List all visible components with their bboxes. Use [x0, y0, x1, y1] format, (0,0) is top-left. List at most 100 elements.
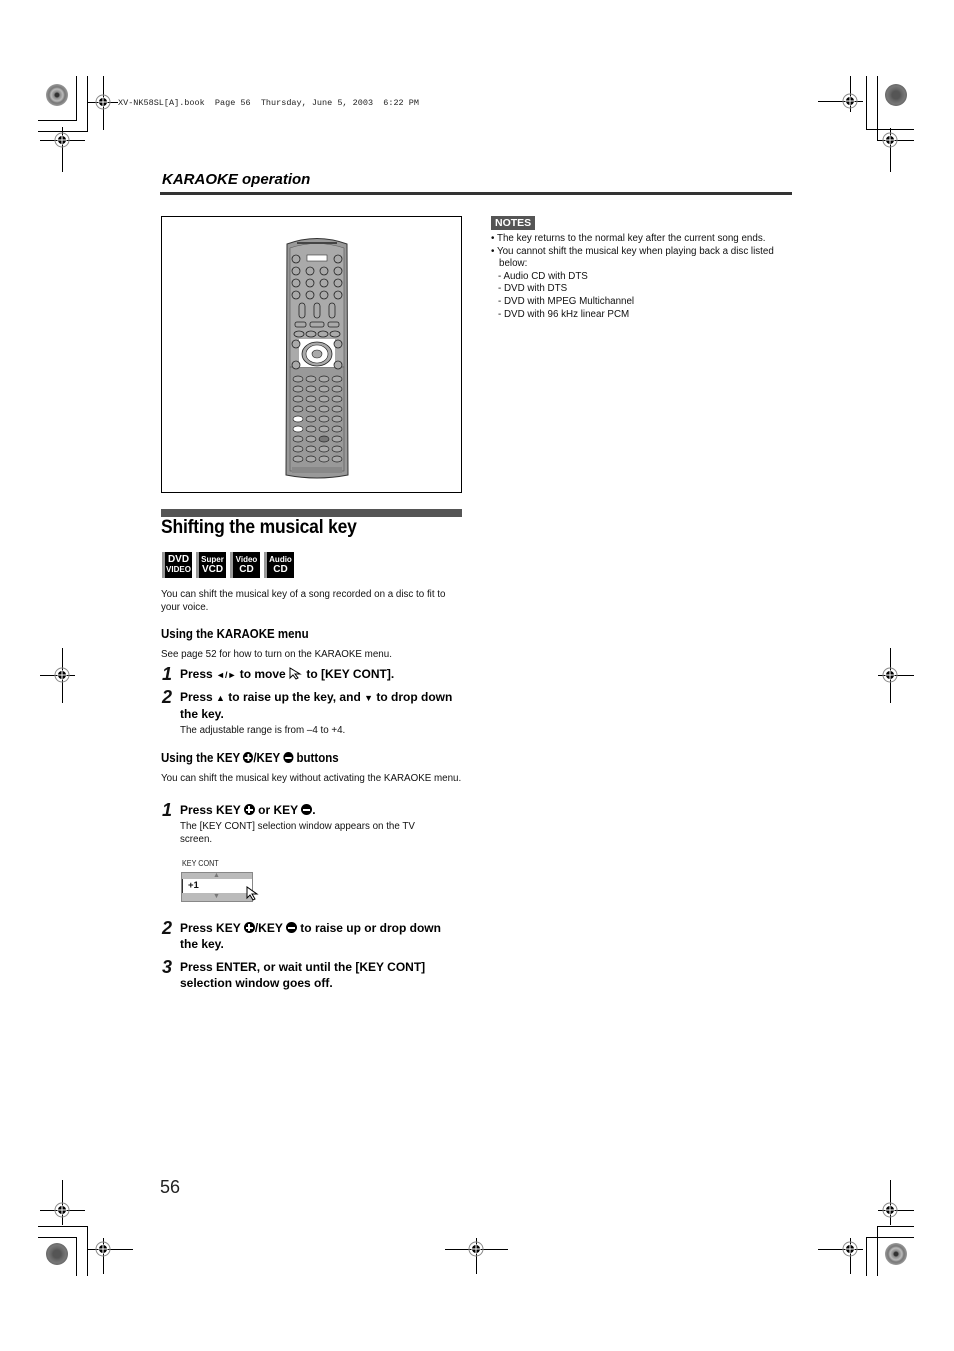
up-arrow-icon: ▲	[216, 693, 225, 703]
karaoke-menu-heading: Using the KARAOKE menu	[161, 627, 309, 641]
crop-mark	[87, 1226, 88, 1276]
key-buttons-heading: Using the KEY /KEY buttons	[161, 751, 339, 765]
crop-mark	[877, 1226, 914, 1227]
crop-mark	[38, 1226, 88, 1227]
step-text-part: to [KEY CONT].	[303, 667, 395, 681]
audio-cd-icon: Audio CD	[264, 552, 294, 578]
super-vcd-icon: Super VCD	[196, 552, 226, 578]
cursor-pointer-icon	[246, 886, 259, 901]
step-note: The adjustable range is from –4 to +4.	[180, 725, 346, 736]
step-text-part: Press	[180, 690, 217, 704]
key-cont-value: +1	[182, 879, 252, 893]
remote-control-illustration	[285, 238, 349, 479]
step-text-part: Press	[180, 667, 217, 681]
step-number: 3	[162, 957, 173, 977]
step-number: 1	[162, 664, 173, 684]
step-text-part: to move	[236, 667, 290, 681]
crop-mark	[877, 1226, 878, 1276]
note-sub-item: - DVD with 96 kHz linear PCM	[498, 308, 630, 320]
color-registration-mark	[46, 1243, 68, 1265]
step-text-part: .	[312, 803, 316, 817]
karaoke-menu-desc: See page 52 for how to turn on the KARAO…	[161, 649, 392, 660]
step-text-part: Press KEY	[180, 921, 244, 935]
cursor-pointer-icon	[289, 667, 302, 680]
crop-mark	[76, 76, 77, 120]
video-cd-icon: Video CD	[230, 552, 260, 578]
key-plus-icon	[243, 922, 255, 933]
section-rule	[160, 192, 792, 195]
step-text-part: /KEY	[254, 921, 286, 935]
section-title: KARAOKE operation	[162, 171, 311, 188]
crop-mark	[87, 76, 88, 131]
step-number: 2	[162, 918, 173, 938]
step-text: Press KEY or KEY . The [KEY CONT] select…	[180, 802, 460, 846]
color-registration-mark	[885, 1243, 907, 1265]
crop-mark	[866, 1237, 867, 1276]
left-right-arrows-icon: ◄/►	[216, 670, 237, 680]
heading-bar	[161, 509, 462, 517]
page-number: 56	[160, 1177, 181, 1197]
disc-label: DVD	[167, 554, 190, 565]
step-note: The [KEY CONT] selection window appears …	[180, 821, 415, 845]
registration-mark-icon	[882, 132, 898, 148]
registration-mark-icon	[842, 93, 858, 109]
down-arrow-icon: ▼	[213, 893, 220, 900]
key-cont-label: KEY CONT	[182, 859, 219, 868]
step-item: 1 Press KEY or KEY . The [KEY CONT] sele…	[162, 800, 460, 846]
remote-figure	[161, 216, 462, 493]
color-registration-mark	[46, 84, 68, 106]
notes-badge: NOTES	[491, 216, 536, 230]
step-item: 1 Press ◄/► to move to [KEY CONT].	[162, 664, 460, 684]
registration-mark-icon	[882, 667, 898, 683]
note-sub-item: - DVD with DTS	[498, 283, 568, 295]
heading-part: /KEY	[253, 751, 284, 765]
step-text-part: to raise up the key, and	[224, 690, 365, 704]
step-text: Press ▲ to raise up the key, and ▼ to dr…	[180, 689, 460, 737]
key-buttons-desc: You can shift the musical key without ac…	[161, 773, 462, 784]
down-arrow-icon: ▼	[364, 693, 374, 703]
step-item: 3 Press ENTER, or wait until the [KEY CO…	[162, 957, 460, 991]
registration-mark-icon	[468, 1241, 484, 1257]
step-number: 1	[162, 800, 173, 820]
heading-part: buttons	[293, 751, 339, 765]
registration-mark-icon	[95, 94, 111, 110]
crop-mark	[38, 120, 77, 121]
crop-mark	[866, 1237, 914, 1238]
color-registration-mark	[885, 84, 907, 106]
disc-type-icons: DVD VIDEO Super VCD Video CD Audio CD	[162, 552, 294, 578]
key-minus-icon	[283, 752, 294, 763]
up-arrow-icon: ▲	[213, 872, 220, 879]
disc-label: CD	[239, 564, 254, 575]
crop-mark	[877, 76, 878, 140]
notes-list: • The key returns to the normal key afte…	[491, 233, 791, 321]
crop-mark	[866, 76, 867, 129]
registration-mark-icon	[54, 1202, 70, 1218]
registration-mark-icon	[54, 132, 70, 148]
heading-part: Using the KEY	[161, 751, 244, 765]
step-item: 2 Press KEY /KEY to raise up or drop dow…	[162, 918, 460, 952]
note-item: • The key returns to the normal key afte…	[491, 233, 766, 244]
crop-mark	[38, 1237, 77, 1238]
registration-mark-icon	[842, 1241, 858, 1257]
key-plus-icon	[243, 804, 255, 815]
key-minus-icon	[285, 922, 297, 933]
step-text: Press KEY /KEY to raise up or drop down …	[180, 920, 460, 952]
dvd-video-icon: DVD VIDEO	[162, 552, 192, 578]
crop-mark	[76, 1237, 77, 1276]
step-text: Press ◄/► to move to [KEY CONT].	[180, 666, 460, 683]
page-heading: Shifting the musical key	[161, 517, 357, 538]
step-item: 2 Press ▲ to raise up the key, and ▼ to …	[162, 687, 460, 737]
registration-mark-icon	[54, 667, 70, 683]
print-header: XV-NK58SL[A].book Page 56 Thursday, June…	[118, 98, 419, 108]
registration-mark-icon	[882, 1202, 898, 1218]
note-sub-item: - DVD with MPEG Multichannel	[498, 295, 635, 307]
note-item: • You cannot shift the musical key when …	[491, 245, 774, 270]
key-minus-icon	[301, 804, 313, 815]
disc-label: CD	[273, 564, 288, 575]
step-text-part: or KEY	[254, 803, 302, 817]
intro-text: You can shift the musical key of a song …	[161, 589, 446, 613]
disc-label: VCD	[201, 564, 224, 575]
step-text-part: Press KEY	[180, 803, 244, 817]
step-number: 2	[162, 687, 173, 707]
key-plus-icon	[243, 752, 254, 763]
